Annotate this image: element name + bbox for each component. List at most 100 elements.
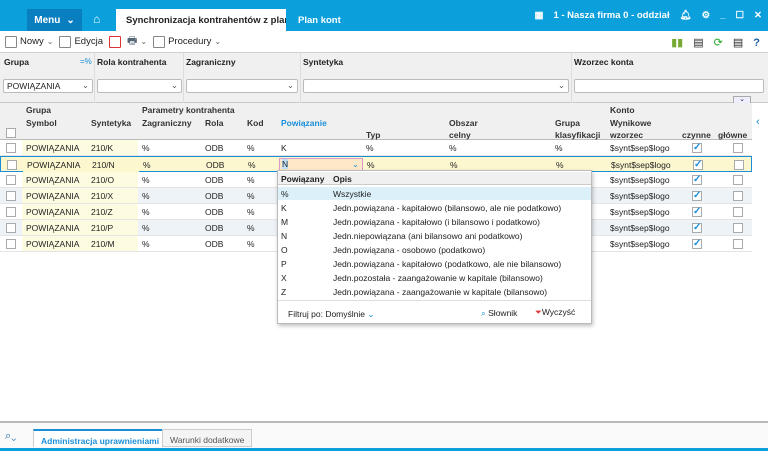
header-glowne[interactable]: główne [718, 130, 747, 140]
settings-list-icon[interactable]: ▤ [693, 36, 703, 49]
glowne-checkbox[interactable] [733, 143, 743, 153]
select-all-checkbox[interactable] [6, 128, 16, 138]
cell-kod: % [247, 175, 255, 185]
tab-administracja[interactable]: Administracja uprawnieniami [33, 429, 168, 447]
header-kod[interactable]: Kod [247, 118, 264, 128]
grupa-value: POWIĄZANIA [7, 81, 61, 91]
header-powiazanie[interactable]: Powiązanie [281, 118, 327, 128]
chevron-left-icon[interactable]: ‹ [756, 116, 760, 128]
row-checkbox[interactable] [6, 143, 16, 153]
cell-symbol: POWIĄZANIA [26, 239, 80, 249]
cell-wzorzec: $synt$sep$logo [610, 175, 670, 185]
czynne-checkbox[interactable]: ✓ [692, 175, 702, 185]
row-checkbox[interactable] [6, 191, 16, 201]
chevron-down-icon[interactable]: ⌄ [352, 159, 359, 170]
header-zagraniczny[interactable]: Zagraniczny [142, 118, 192, 128]
glowne-checkbox[interactable] [733, 175, 743, 185]
slownik-button[interactable]: ⌕ Słownik [481, 308, 517, 319]
syntetyka-select[interactable]: ⌄ [303, 79, 569, 93]
czynne-checkbox[interactable]: ✓ [692, 223, 702, 233]
dropdown-option[interactable]: K Jedn.powiązana - kapitałowo (bilansowo,… [278, 201, 591, 214]
rola-select[interactable]: ⌄ [97, 79, 182, 93]
refresh-icon[interactable]: ⟳ [714, 36, 723, 49]
header-grupa-klasyfikacji[interactable]: Grupa [555, 118, 580, 128]
glowne-checkbox[interactable] [733, 191, 743, 201]
glowne-checkbox[interactable] [733, 207, 743, 217]
dropdown-option[interactable]: N Jedn.niepowiązana (ani bilansowo ani po… [278, 229, 591, 242]
grupa-select[interactable]: POWIĄZANIA ⌄ [3, 79, 93, 93]
apps-icon[interactable]: ▦ [534, 10, 543, 21]
cell-wzorzec: $synt$sep$logo [610, 239, 670, 249]
menu-button[interactable]: Menu ⌄ [27, 9, 82, 31]
row-checkbox[interactable] [6, 175, 16, 185]
cell-rola: ODB [205, 175, 224, 185]
powiazanie-input[interactable]: N [282, 159, 289, 169]
tab-plan-kont[interactable]: Plan kont [298, 15, 341, 26]
dropdown-option[interactable]: M Jedn.powiązana - kapitałowo (i bilansow… [278, 215, 591, 228]
tab-warunki[interactable]: Warunki dodatkowe [162, 429, 253, 447]
glowne-checkbox[interactable] [734, 160, 744, 170]
chart-icon[interactable]: ▮▮ [671, 36, 683, 49]
header-symbol[interactable]: Symbol [26, 118, 57, 128]
tab-synchronizacja[interactable]: Synchronizacja kontrahentów z plan [116, 9, 286, 31]
cell-kod: % [247, 207, 255, 217]
header-wzorzec[interactable]: wzorzec [610, 130, 643, 140]
row-checkbox[interactable] [6, 223, 16, 233]
view-settings-icon[interactable]: ▤ [733, 36, 743, 49]
printer-icon: 🖶 [126, 35, 138, 47]
wzorzec-input[interactable] [574, 79, 764, 93]
row-checkbox[interactable] [6, 239, 16, 249]
czynne-checkbox[interactable]: ✓ [693, 160, 703, 170]
cell-zagr: % [142, 207, 150, 217]
procedures-button[interactable]: Procedury ⌄ [153, 35, 221, 48]
bottom-panel-icon[interactable]: ⌕⌄ [5, 430, 16, 443]
close-icon[interactable]: ✕ [754, 10, 762, 21]
gear-icon[interactable]: ⚙ [702, 10, 711, 21]
dropdown-option[interactable]: Z Jedn.powiązana - zaangażowanie w kapita… [278, 285, 591, 298]
cell-symbol: POWIĄZANIA [26, 191, 80, 201]
minimize-icon[interactable]: _ [720, 10, 725, 21]
chevron-down-icon: ⌄ [170, 80, 178, 90]
cell-rola: ODB [205, 207, 224, 217]
chevron-down-icon: ⌄ [140, 37, 148, 46]
dropdown-option[interactable]: X Jedn.pozostała - zaangażowanie w kapita… [278, 271, 591, 284]
row-checkbox[interactable] [7, 160, 17, 170]
company-selector[interactable]: 1 - Nasza firma 0 - oddział [553, 10, 669, 21]
filter-toggle-icon[interactable]: =% [80, 57, 92, 66]
dropdown-option[interactable]: O Jedn.powiązana - osobowo (podatkowo) [278, 243, 591, 256]
filter-by-selector[interactable]: Filtruj po: Domyślnie ⌄ [288, 309, 375, 320]
maximize-icon[interactable]: ☐ [736, 10, 745, 21]
edit-button[interactable]: Edycja [59, 35, 103, 48]
czynne-checkbox[interactable]: ✓ [692, 207, 702, 217]
home-icon[interactable]: ⌂ [93, 12, 100, 26]
header-czynne[interactable]: czynne [682, 130, 711, 140]
option-desc: Jedn.powiązana - zaangażowanie w kapital… [333, 287, 548, 297]
dropdown-option[interactable]: % Wszystkie [278, 187, 591, 200]
row-checkbox[interactable] [6, 207, 16, 217]
header-syntetyka[interactable]: Syntetyka [91, 118, 131, 128]
header-obszar[interactable]: Obszar [449, 118, 478, 128]
help-icon[interactable]: ? [753, 37, 760, 49]
chevron-down-icon[interactable]: ⌄ [47, 37, 54, 46]
delete-button[interactable] [108, 35, 121, 48]
bell-icon[interactable]: 🔔︎ [680, 10, 692, 21]
glowne-checkbox[interactable] [733, 239, 743, 249]
czynne-checkbox[interactable]: ✓ [692, 191, 702, 201]
header-rola[interactable]: Rola [205, 118, 223, 128]
cell-wzorzec: $synt$sep$logo [611, 160, 671, 170]
header-typ[interactable]: Typ [366, 130, 380, 140]
czynne-checkbox[interactable]: ✓ [692, 143, 702, 153]
cell-pow: K [281, 143, 287, 153]
zagraniczny-select[interactable]: ⌄ [186, 79, 298, 93]
print-button[interactable]: 🖶 ⌄ [127, 32, 147, 51]
cell-synt: 210/X [91, 191, 114, 201]
dropdown-option[interactable]: P Jedn.powiązana - kapitałowo (podatkowo,… [278, 257, 591, 270]
header-grupa: Grupa [26, 105, 52, 115]
new-button[interactable]: Nowy ⌄ [5, 35, 54, 48]
glowne-checkbox[interactable] [733, 223, 743, 233]
chevron-down-icon: ⌄ [66, 14, 75, 26]
cell-klas: % [555, 143, 563, 153]
table-row[interactable]: POWIĄZANIA 210/K% ODB% K%%% $synt$sep$logo ✓ [0, 140, 752, 156]
czynne-checkbox[interactable]: ✓ [692, 239, 702, 249]
clear-button[interactable]: ⏷Wyczyść [535, 307, 575, 318]
